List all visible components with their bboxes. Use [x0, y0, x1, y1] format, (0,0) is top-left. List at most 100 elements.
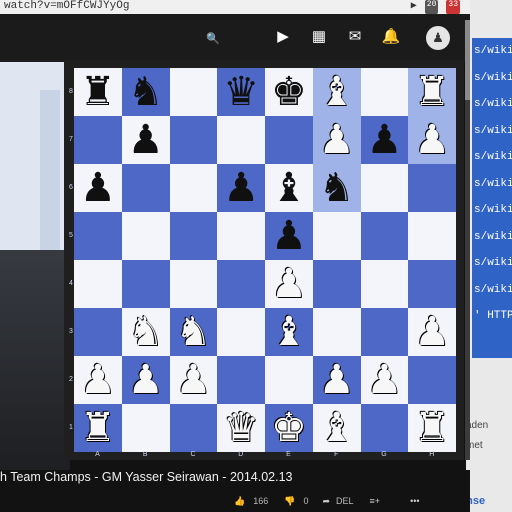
save-icon[interactable]: ≡+: [370, 496, 381, 506]
square-g2[interactable]: ♟: [360, 356, 409, 404]
add-video-icon[interactable]: ▶: [272, 26, 294, 48]
square-h5[interactable]: [408, 212, 456, 260]
notifications-bell-icon[interactable]: 🔔: [380, 26, 402, 48]
address-bar[interactable]: watch?v=mOFfCWJYyOg ▶ 20 33: [0, 0, 470, 14]
black-queen-icon[interactable]: ♛: [223, 72, 259, 112]
square-f6[interactable]: ♞: [312, 164, 361, 212]
black-king-icon[interactable]: ♚: [271, 72, 307, 112]
search-icon[interactable]: 🔍: [206, 32, 220, 45]
square-a6[interactable]: ♟: [74, 164, 122, 212]
square-h8[interactable]: ♜: [408, 68, 456, 116]
black-pawn-icon[interactable]: ♟: [80, 168, 116, 208]
square-g1[interactable]: [360, 404, 409, 452]
square-f4[interactable]: [312, 260, 361, 308]
apps-grid-icon[interactable]: ▦: [308, 26, 330, 48]
white-knight-icon[interactable]: ♞: [128, 312, 164, 352]
white-pawn-icon[interactable]: ♟: [366, 360, 402, 400]
square-c3[interactable]: ♞: [169, 308, 218, 356]
square-e8[interactable]: ♚: [265, 68, 313, 116]
square-c5[interactable]: [169, 212, 218, 260]
square-a7[interactable]: [74, 116, 122, 164]
square-g6[interactable]: [360, 164, 409, 212]
square-c8[interactable]: [169, 68, 218, 116]
white-pawn-icon[interactable]: ♟: [128, 360, 164, 400]
square-h7[interactable]: ♟: [408, 116, 456, 164]
square-f8[interactable]: ♝: [312, 68, 361, 116]
square-h4[interactable]: [408, 260, 456, 308]
white-rook-icon[interactable]: ♜: [414, 408, 450, 448]
white-king-icon[interactable]: ♚: [271, 408, 307, 448]
square-e3[interactable]: ♝: [265, 308, 313, 356]
black-rook-icon[interactable]: ♜: [80, 72, 116, 112]
black-knight-icon[interactable]: ♞: [128, 72, 164, 112]
square-a4[interactable]: [74, 260, 122, 308]
square-b4[interactable]: [121, 260, 170, 308]
square-h3[interactable]: ♟: [408, 308, 456, 356]
square-h1[interactable]: ♜: [408, 404, 456, 452]
square-d1[interactable]: ♛: [217, 404, 265, 452]
more-icon[interactable]: •••: [410, 496, 419, 506]
ext-badge[interactable]: 33: [446, 0, 460, 14]
square-d5[interactable]: [217, 212, 265, 260]
square-f1[interactable]: ♝: [312, 404, 361, 452]
square-d2[interactable]: [217, 356, 265, 404]
square-a1[interactable]: ♜: [74, 404, 122, 452]
white-pawn-icon[interactable]: ♟: [80, 360, 116, 400]
video-ext-icon[interactable]: ▶: [411, 0, 417, 14]
white-rook-icon[interactable]: ♜: [414, 72, 450, 112]
square-c4[interactable]: [169, 260, 218, 308]
white-pawn-icon[interactable]: ♟: [414, 312, 450, 352]
square-g7[interactable]: ♟: [360, 116, 409, 164]
white-pawn-icon[interactable]: ♟: [319, 360, 355, 400]
messages-icon[interactable]: ✉: [344, 26, 366, 48]
square-f5[interactable]: [312, 212, 361, 260]
square-c6[interactable]: [169, 164, 218, 212]
square-g3[interactable]: [360, 308, 409, 356]
black-pawn-icon[interactable]: ♟: [128, 120, 164, 160]
square-e2[interactable]: [265, 356, 313, 404]
white-bishop-icon[interactable]: ♝: [271, 312, 307, 352]
square-c2[interactable]: ♟: [169, 356, 218, 404]
square-d7[interactable]: [217, 116, 265, 164]
share-icon[interactable]: ➦: [322, 496, 330, 507]
square-d3[interactable]: [217, 308, 265, 356]
square-f7[interactable]: ♟: [312, 116, 361, 164]
square-d4[interactable]: [217, 260, 265, 308]
ext-badge[interactable]: 20: [424, 0, 439, 14]
square-a8[interactable]: ♜: [74, 68, 122, 116]
white-pawn-icon[interactable]: ♟: [414, 120, 450, 160]
white-queen-icon[interactable]: ♛: [223, 408, 259, 448]
dislike-icon[interactable]: 👎: [284, 496, 295, 507]
square-f2[interactable]: ♟: [312, 356, 361, 404]
white-knight-icon[interactable]: ♞: [175, 312, 211, 352]
black-pawn-icon[interactable]: ♟: [271, 216, 307, 256]
avatar[interactable]: ♟: [426, 26, 450, 50]
square-e5[interactable]: ♟: [265, 212, 313, 260]
square-f3[interactable]: [312, 308, 361, 356]
square-b7[interactable]: ♟: [121, 116, 170, 164]
square-b3[interactable]: ♞: [121, 308, 170, 356]
square-e7[interactable]: [265, 116, 313, 164]
square-b2[interactable]: ♟: [121, 356, 170, 404]
square-a2[interactable]: ♟: [74, 356, 122, 404]
square-d8[interactable]: ♛: [217, 68, 265, 116]
square-b5[interactable]: [121, 212, 170, 260]
white-pawn-icon[interactable]: ♟: [175, 360, 211, 400]
square-b6[interactable]: [121, 164, 170, 212]
white-pawn-icon[interactable]: ♟: [319, 120, 355, 160]
square-d6[interactable]: ♟: [217, 164, 265, 212]
white-bishop-icon[interactable]: ♝: [319, 72, 355, 112]
black-knight-icon[interactable]: ♞: [319, 168, 355, 208]
square-h2[interactable]: [408, 356, 456, 404]
scrollbar-thumb[interactable]: [465, 20, 470, 100]
square-a5[interactable]: [74, 212, 122, 260]
square-g8[interactable]: [360, 68, 409, 116]
square-b8[interactable]: ♞: [121, 68, 170, 116]
share-button[interactable]: DEL: [336, 496, 354, 506]
like-icon[interactable]: 👍: [234, 496, 245, 507]
square-e6[interactable]: ♝: [265, 164, 313, 212]
black-pawn-icon[interactable]: ♟: [223, 168, 259, 208]
square-b1[interactable]: [121, 404, 170, 452]
white-bishop-icon[interactable]: ♝: [319, 408, 355, 448]
square-e4[interactable]: ♟: [265, 260, 313, 308]
